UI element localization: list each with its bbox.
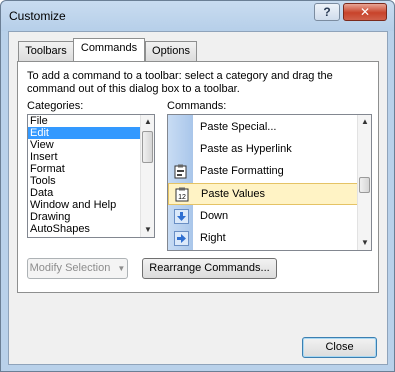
command-item[interactable]: Paste as Hyperlink (168, 139, 358, 161)
scroll-down-icon[interactable]: ▼ (141, 223, 154, 237)
category-item[interactable]: AutoShapes (28, 223, 154, 235)
tab-commands[interactable]: Commands (73, 38, 145, 61)
categories-scrollbar[interactable]: ▲ ▼ (140, 115, 154, 237)
commands-tab-panel: To add a command to a toolbar: select a … (17, 61, 379, 293)
tab-options[interactable]: Options (145, 41, 197, 61)
category-item[interactable]: Drawing (28, 211, 154, 223)
tab-toolbars[interactable]: Toolbars (18, 41, 74, 61)
command-label: Paste Formatting (200, 165, 284, 177)
title-bar[interactable]: Customize ? ✕ (1, 1, 394, 31)
close-button[interactable]: Close (302, 337, 377, 358)
category-item[interactable]: Insert (28, 151, 154, 163)
rearrange-commands-button[interactable]: Rearrange Commands... (142, 258, 277, 279)
scroll-thumb[interactable] (142, 131, 153, 163)
command-label: Paste Special... (200, 121, 277, 133)
command-item[interactable]: Right (168, 228, 358, 250)
category-item[interactable]: Edit (28, 127, 154, 139)
category-item[interactable]: Window and Help (28, 199, 154, 211)
category-item[interactable]: View (28, 139, 154, 151)
command-label: Down (200, 210, 229, 222)
scroll-down-icon[interactable]: ▼ (358, 236, 371, 250)
customize-dialog: Customize ? ✕ Toolbars Commands Options … (0, 0, 395, 372)
modify-selection-button[interactable]: Modify Selection ▼ (27, 258, 128, 279)
instructions-text: To add a command to a toolbar: select a … (27, 70, 333, 95)
window-close-button[interactable]: ✕ (343, 3, 387, 21)
paste-formatting-icon (174, 164, 189, 179)
tab-label: Options (152, 45, 190, 57)
tab-label: Toolbars (25, 45, 67, 57)
arrow-down-icon (174, 209, 189, 224)
scroll-up-icon[interactable]: ▲ (141, 115, 154, 129)
rearrange-commands-label: Rearrange Commands... (149, 262, 270, 274)
dropdown-arrow-icon: ▼ (117, 264, 126, 273)
command-label: Paste Values (201, 188, 266, 200)
arrow-right-icon (174, 231, 189, 246)
paste-values-icon: 12 (175, 187, 190, 202)
category-item[interactable]: Format (28, 163, 154, 175)
categories-listbox[interactable]: File Edit View Insert Format Tools Data Window … (27, 114, 155, 238)
commands-listbox[interactable]: Paste Special... Paste as Hyperlink Paste … (167, 114, 372, 251)
command-item[interactable]: Down (168, 206, 358, 228)
close-icon: ✕ (359, 5, 371, 19)
modify-selection-label: Modify Selection (29, 262, 111, 274)
help-button[interactable]: ? (314, 3, 340, 21)
command-item[interactable]: Paste Formatting (168, 161, 358, 183)
commands-label: Commands: (167, 100, 227, 112)
command-item[interactable]: Paste Special... (168, 117, 358, 139)
command-label: Right (200, 232, 226, 244)
dialog-client: Toolbars Commands Options To add a comma… (8, 31, 388, 365)
close-button-label: Close (325, 341, 354, 353)
category-item[interactable]: Data (28, 187, 154, 199)
tab-label: Commands (80, 42, 138, 54)
help-icon: ? (323, 5, 331, 19)
scroll-up-icon[interactable]: ▲ (358, 115, 371, 129)
commands-scrollbar[interactable]: ▲ ▼ (357, 115, 371, 250)
category-item[interactable]: Tools (28, 175, 154, 187)
command-label: Paste as Hyperlink (200, 143, 292, 155)
window-title: Customize (9, 9, 66, 23)
categories-list: File Edit View Insert Format Tools Data Window … (28, 115, 154, 235)
command-item[interactable]: 12 Paste Values (168, 183, 358, 205)
category-item[interactable]: File (28, 115, 154, 127)
scroll-thumb[interactable] (359, 177, 370, 193)
categories-label: Categories: (27, 100, 84, 112)
svg-text:12: 12 (178, 194, 186, 201)
